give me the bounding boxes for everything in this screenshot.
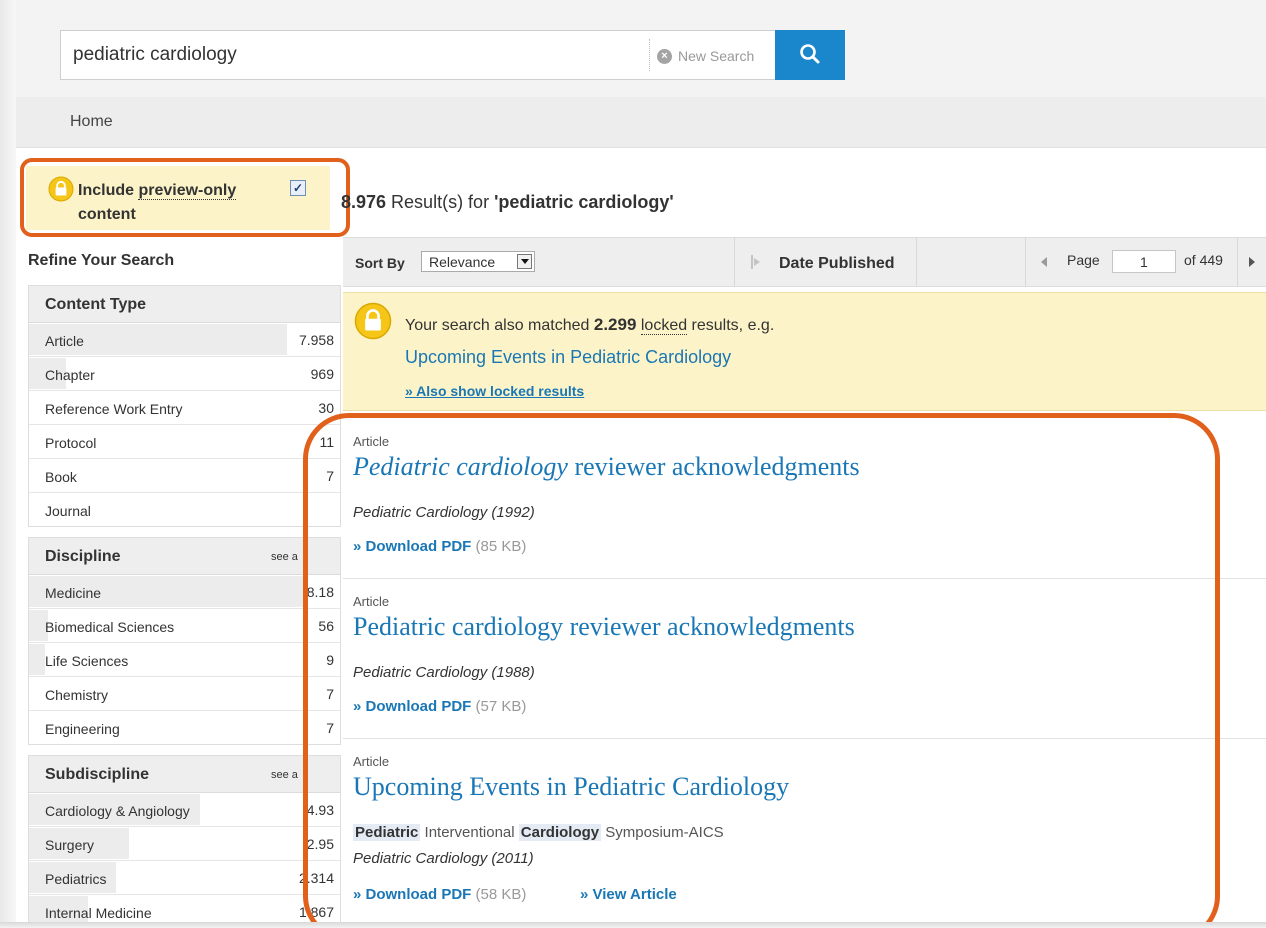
highlight-frame-results <box>303 413 1220 928</box>
chevron-down-icon <box>517 254 532 269</box>
facet-item-label: Life Sciences <box>45 653 129 669</box>
facet-item[interactable]: Journal <box>29 493 340 526</box>
sort-select[interactable]: Relevance <box>421 251 535 272</box>
facet-header: Content Type <box>29 286 340 323</box>
search-icon <box>800 44 820 64</box>
facet-title: Content Type <box>45 296 147 313</box>
divider <box>1237 238 1238 286</box>
facet-title: Discipline <box>45 548 121 565</box>
facet-item[interactable]: Article 7.958 <box>29 323 340 357</box>
facet-item-count: 30 <box>318 400 334 416</box>
facet-item[interactable]: Book 7 <box>29 459 340 493</box>
divider <box>916 238 917 286</box>
breadcrumb-bar: Home <box>16 97 1266 148</box>
page-total: of 449 <box>1184 252 1223 268</box>
locked-results-notice: Your search also matched 2.299 locked re… <box>343 292 1266 411</box>
facet-item-label: Medicine <box>45 585 102 601</box>
facet-title: Subdiscipline <box>45 766 150 783</box>
divider <box>1025 238 1026 286</box>
facet-item-label: Protocol <box>45 435 97 451</box>
facet-item[interactable]: Chapter 969 <box>29 357 340 391</box>
facet-item-label: Biomedical Sciences <box>45 619 175 635</box>
facet-share-bar <box>29 644 45 675</box>
facet-subdiscipline: Subdiscipline see a Cardiology & Angiolo… <box>28 755 341 928</box>
facet-item-label: Surgery <box>45 837 95 853</box>
facet-item-label: Pediatrics <box>45 871 107 887</box>
see-all-link[interactable]: see a <box>271 551 298 563</box>
facet-item[interactable]: Engineering 7 <box>29 711 340 744</box>
next-page-icon[interactable] <box>1241 251 1263 273</box>
header: × New Search <box>16 0 1266 97</box>
search-divider <box>649 39 650 71</box>
facet-header: Subdiscipline see a <box>29 756 340 793</box>
facet-item[interactable]: Life Sciences 9 <box>29 643 340 677</box>
facet-item[interactable]: Medicine 8.18 <box>29 575 340 609</box>
sort-by-label: Sort By <box>355 255 405 271</box>
facet-item-label: Book <box>45 469 77 485</box>
facet-item[interactable]: Cardiology & Angiology 4.93 <box>29 793 340 827</box>
facet-header: Discipline see a <box>29 538 340 575</box>
facet-item[interactable]: Chemistry 7 <box>29 677 340 711</box>
locked-example-link[interactable]: Upcoming Events in Pediatric Cardiology <box>405 347 731 368</box>
result-count: 8.976 Result(s) for 'pediatric cardiolog… <box>341 192 674 212</box>
facet-item[interactable]: Biomedical Sciences 56 <box>29 609 340 643</box>
facet-item[interactable]: Reference Work Entry 30 <box>29 391 340 425</box>
refine-title: Refine Your Search <box>28 252 175 269</box>
search-input[interactable] <box>73 41 633 69</box>
home-link[interactable]: Home <box>70 113 113 131</box>
sort-toggle-icon <box>751 255 760 269</box>
divider <box>734 238 735 286</box>
page: × New Search Home Include preview-onlyco… <box>16 0 1266 928</box>
search-box: × New Search <box>60 30 790 80</box>
clear-icon: × <box>657 48 672 64</box>
highlight-frame-preview <box>20 158 350 237</box>
facet-item-count: 969 <box>310 366 334 382</box>
sort-bar: Sort By Relevance Date Published Page of… <box>343 237 1266 287</box>
new-search-button[interactable]: × New Search <box>657 47 754 65</box>
facet-item-label: Chemistry <box>45 687 109 703</box>
show-locked-results-link[interactable]: » Also show locked results <box>405 383 584 399</box>
facet-item-label: Chapter <box>45 367 95 383</box>
facet-item[interactable]: Pediatrics 2.314 <box>29 861 340 895</box>
sort-date-published[interactable]: Date Published <box>747 238 917 286</box>
see-all-link[interactable]: see a <box>271 769 298 781</box>
facet-item[interactable]: Surgery 2.95 <box>29 827 340 861</box>
page-label: Page <box>1067 252 1100 268</box>
page-number-input[interactable] <box>1112 250 1176 273</box>
facet-item-label: Article <box>45 333 84 349</box>
window-edge-shadow <box>0 922 1266 928</box>
new-search-label: New Search <box>678 48 755 64</box>
facet-item[interactable]: Protocol 11 <box>29 425 340 459</box>
lock-icon <box>354 302 392 340</box>
search-button[interactable] <box>775 30 845 80</box>
facet-discipline: Discipline see a Medicine 8.18 Biomedical … <box>28 537 341 745</box>
facet-item-count: 7.958 <box>298 332 334 348</box>
facet-item-label: Reference Work Entry <box>45 401 183 417</box>
prev-page-icon[interactable] <box>1033 251 1057 273</box>
facet-item-label: Internal Medicine <box>45 905 152 921</box>
facet-item-label: Journal <box>45 503 91 519</box>
locked-count-text: Your search also matched 2.299 locked re… <box>405 315 775 335</box>
facet-content-type: Content Type Article 7.958 Chapter 969 Refer… <box>28 285 341 527</box>
facet-item-label: Cardiology & Angiology <box>45 803 190 819</box>
facet-item-label: Engineering <box>45 721 120 737</box>
window-edge-shadow <box>0 0 16 928</box>
